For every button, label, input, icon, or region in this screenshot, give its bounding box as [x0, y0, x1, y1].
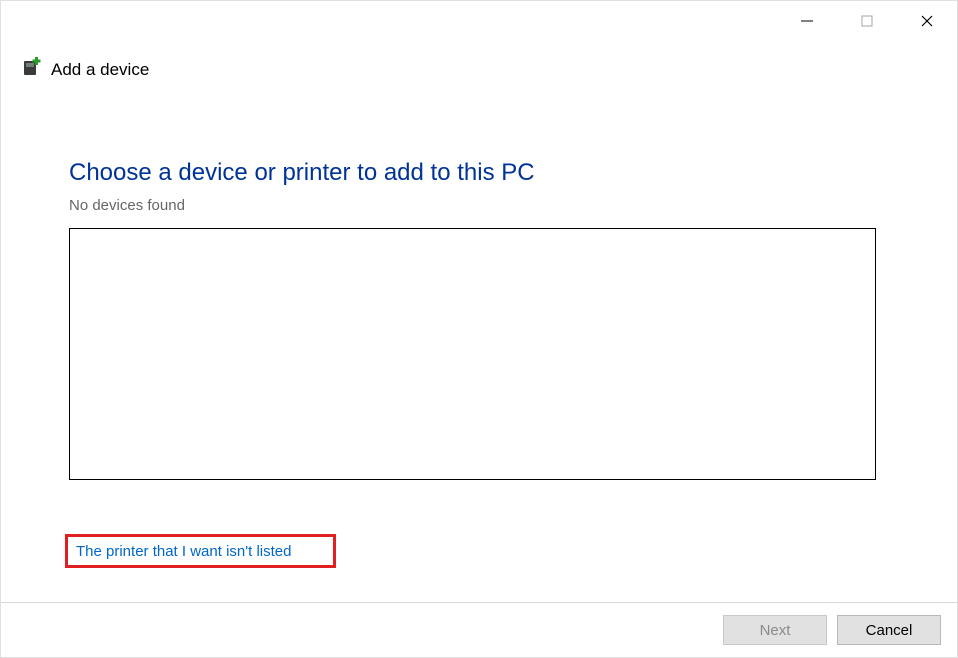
maximize-button — [837, 1, 897, 41]
minimize-button[interactable] — [777, 1, 837, 41]
close-icon — [920, 14, 934, 28]
dialog-title: Add a device — [51, 60, 149, 80]
page-heading: Choose a device or printer to add to thi… — [69, 159, 877, 187]
minimize-icon — [800, 14, 814, 28]
cancel-button[interactable]: Cancel — [837, 615, 941, 645]
maximize-icon — [860, 14, 874, 28]
device-list[interactable] — [69, 228, 876, 480]
status-text: No devices found — [69, 197, 877, 214]
main-content: Choose a device or printer to add to thi… — [69, 159, 877, 480]
next-button: Next — [723, 615, 827, 645]
dialog-header: Add a device — [23, 57, 149, 82]
printer-not-listed-link[interactable]: The printer that I want isn't listed — [76, 543, 291, 560]
add-device-icon — [23, 57, 43, 82]
close-button[interactable] — [897, 1, 957, 41]
dialog-footer: Next Cancel — [1, 602, 957, 657]
window-controls — [777, 1, 957, 41]
highlight-box: The printer that I want isn't listed — [65, 534, 336, 568]
